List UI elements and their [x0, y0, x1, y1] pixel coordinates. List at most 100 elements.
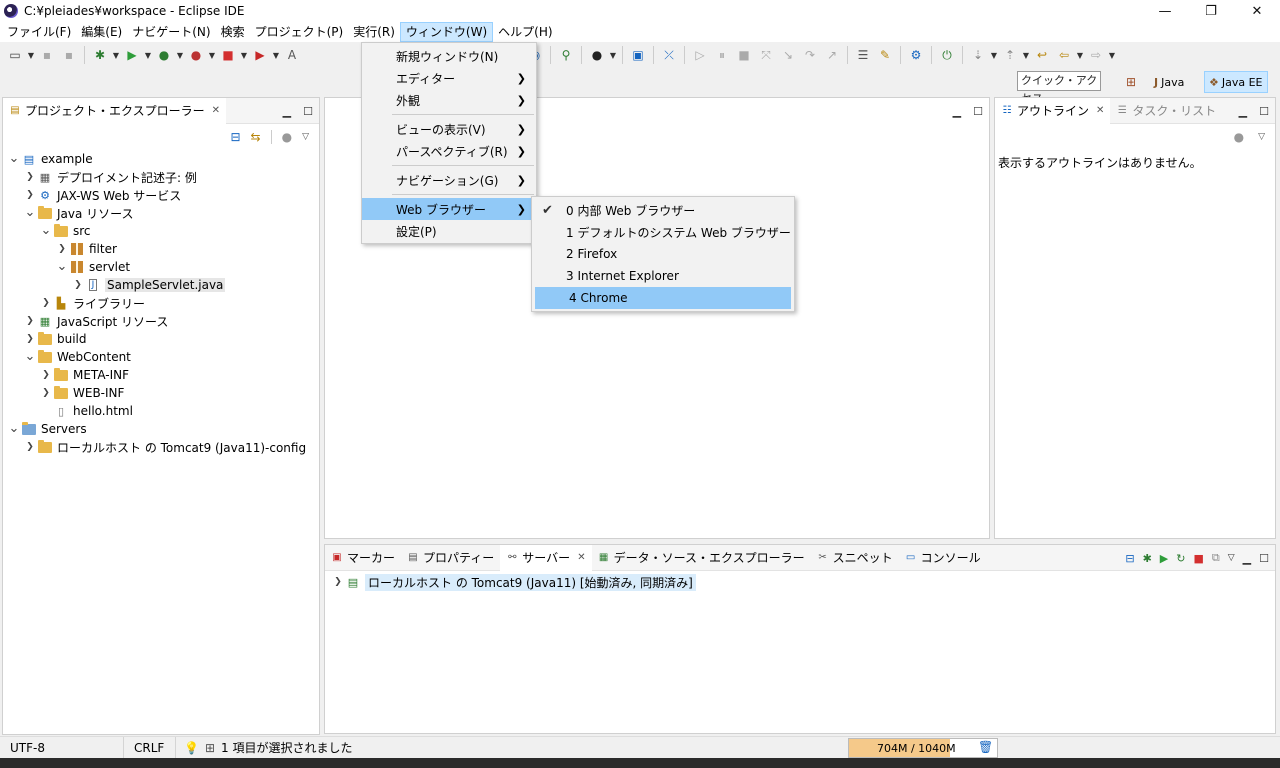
new-dropdown-icon[interactable]: ▼	[26, 51, 36, 60]
step-into-icon[interactable]: ↘	[777, 44, 799, 66]
tab-console[interactable]: ▭ コンソール	[899, 545, 987, 571]
resume-icon[interactable]: ▷	[689, 44, 711, 66]
tree-item[interactable]: ⌄ ▤ example	[7, 150, 319, 168]
editor-minimize-icon[interactable]: ▁	[953, 105, 961, 118]
open-perspective-icon[interactable]: ⊞	[1120, 71, 1142, 93]
back-icon[interactable]: ⇦	[1053, 44, 1075, 66]
stop-icon[interactable]: ■	[217, 44, 239, 66]
maximize-view-icon[interactable]: ☐	[1259, 105, 1269, 118]
editor-maximize-icon[interactable]: ☐	[973, 105, 983, 118]
menu-item-web-browser[interactable]: Web ブラウザー ❯	[362, 198, 536, 220]
tree-item[interactable]: ⌄ Java リソース	[7, 204, 319, 222]
chevron-right-icon[interactable]: ❯	[39, 298, 53, 308]
start-debug-icon[interactable]: ✱	[1143, 552, 1152, 565]
chevron-right-icon[interactable]: ❯	[71, 280, 85, 290]
next-annotation-dropdown-icon[interactable]: ▼	[989, 51, 999, 60]
menu-run[interactable]: 実行(R)	[348, 22, 400, 42]
deploy-dropdown-icon[interactable]: ▼	[271, 51, 281, 60]
tree-item[interactable]: ❯ J SampleServlet.java	[7, 276, 319, 294]
publish-icon[interactable]: ⧉	[1212, 551, 1220, 565]
chevron-right-icon[interactable]: ❯	[23, 316, 37, 326]
chevron-down-icon[interactable]: ⌄	[23, 206, 37, 219]
chevron-right-icon[interactable]: ❯	[23, 172, 37, 182]
profile-server-icon[interactable]: ↻	[1176, 552, 1185, 565]
step-over-icon[interactable]: ↷	[799, 44, 821, 66]
menu-window[interactable]: ウィンドウ(W)	[399, 22, 494, 42]
new-icon[interactable]: ▭	[4, 44, 26, 66]
run-icon[interactable]: ▶	[121, 44, 143, 66]
terminate-icon[interactable]: ■	[733, 44, 755, 66]
suspend-icon[interactable]: ⏸	[711, 44, 733, 66]
back-dropdown-icon[interactable]: ▼	[1075, 51, 1085, 60]
tab-markers[interactable]: ▣ マーカー	[325, 545, 401, 571]
submenu-item-chrome[interactable]: 4 Chrome	[535, 287, 791, 309]
last-edit-icon[interactable]: ↩	[1031, 44, 1053, 66]
menu-project[interactable]: プロジェクト(P)	[250, 22, 349, 42]
tab-data-source-explorer[interactable]: ▦ データ・ソース・エクスプローラー	[592, 545, 811, 571]
profile-icon[interactable]: ●	[586, 44, 608, 66]
coverage-icon[interactable]: ●	[153, 44, 175, 66]
link-with-editor-icon[interactable]: ⇆	[251, 130, 261, 144]
perspective-java-ee[interactable]: ❖ Java EE	[1204, 71, 1268, 93]
menu-edit[interactable]: 編集(E)	[76, 22, 127, 42]
tree-item[interactable]: ❯ ▦ JavaScript リソース	[7, 312, 319, 330]
stop-dropdown-icon[interactable]: ▼	[239, 51, 249, 60]
quick-access-input[interactable]: クイック・アクセス	[1017, 71, 1101, 105]
chevron-down-icon[interactable]: ⌄	[7, 152, 21, 165]
forward-icon[interactable]: ⇨	[1085, 44, 1107, 66]
console-icon[interactable]: ▣	[627, 44, 649, 66]
tree-item[interactable]: ❯ ローカルホスト の Tomcat9 (Java11)-config	[7, 438, 319, 456]
tree-item[interactable]: ❯ build	[7, 330, 319, 348]
search-tool-icon[interactable]: ⚲	[555, 44, 577, 66]
restore-button[interactable]: ❐	[1188, 0, 1234, 22]
menu-item-navigation[interactable]: ナビゲーション(G) ❯	[362, 169, 536, 191]
chevron-right-icon[interactable]: ❯	[23, 334, 37, 344]
external-tools-icon[interactable]: ●	[185, 44, 207, 66]
menu-item-editor[interactable]: エディター ❯	[362, 67, 536, 89]
submenu-item-internet-explorer[interactable]: 3 Internet Explorer	[532, 265, 794, 287]
menu-file[interactable]: ファイル(F)	[2, 22, 76, 42]
chevron-right-icon[interactable]: ❯	[39, 370, 53, 380]
submenu-item-system-browser[interactable]: 1 デフォルトのシステム Web ブラウザー	[532, 221, 794, 243]
settings-gear-icon[interactable]: ⚙	[905, 44, 927, 66]
power-icon[interactable]: ⏻	[936, 44, 958, 66]
external-tools-dropdown-icon[interactable]: ▼	[207, 51, 217, 60]
tree-item[interactable]: ❯ META-INF	[7, 366, 319, 384]
debug-dropdown-icon[interactable]: ▼	[111, 51, 121, 60]
tab-outline[interactable]: ☷ アウトライン ✕	[995, 97, 1111, 124]
chevron-right-icon[interactable]: ❯	[23, 190, 37, 200]
menu-item-show-view[interactable]: ビューの表示(V) ❯	[362, 118, 536, 140]
minimize-view-icon[interactable]: ▁	[1243, 552, 1251, 565]
next-annotation-icon[interactable]: ⇣	[967, 44, 989, 66]
chevron-down-icon[interactable]: ⌄	[39, 224, 53, 237]
tree-item[interactable]: ▯ hello.html	[7, 402, 319, 420]
submenu-item-internal-browser[interactable]: ✔ 0 内部 Web ブラウザー	[532, 199, 794, 221]
menu-help[interactable]: ヘルプ(H)	[493, 22, 557, 42]
save-all-icon[interactable]: ▪	[58, 44, 80, 66]
collapse-all-icon[interactable]: ⊟	[230, 130, 240, 144]
minimize-view-icon[interactable]: ▁	[283, 105, 291, 118]
chevron-right-icon[interactable]: ❯	[55, 244, 69, 254]
menu-search[interactable]: 検索	[216, 22, 250, 42]
chevron-down-icon[interactable]: ⌄	[55, 260, 69, 273]
skip-breakpoints-icon[interactable]: ⤫	[658, 44, 680, 66]
profile-dropdown-icon[interactable]: ▼	[608, 51, 618, 60]
run-dropdown-icon[interactable]: ▼	[143, 51, 153, 60]
submenu-item-firefox[interactable]: 2 Firefox	[532, 243, 794, 265]
close-icon[interactable]: ✕	[577, 552, 585, 563]
spelling-icon[interactable]: A	[281, 44, 303, 66]
outline-filter-icon[interactable]: ●	[1234, 130, 1244, 144]
tree-item[interactable]: ⌄ servlet	[7, 258, 319, 276]
previous-annotation-icon[interactable]: ⇡	[999, 44, 1021, 66]
view-menu-icon[interactable]: ▽	[1228, 553, 1235, 563]
tree-item[interactable]: ⌄ WebContent	[7, 348, 319, 366]
tree-item[interactable]: ❯ ▙ ライブラリー	[7, 294, 319, 312]
tab-properties[interactable]: ▤ プロパティー	[401, 545, 500, 571]
tree-item[interactable]: ⌄ src	[7, 222, 319, 240]
tab-servers[interactable]: ⚯ サーバー ✕	[500, 544, 592, 571]
previous-annotation-dropdown-icon[interactable]: ▼	[1021, 51, 1031, 60]
tree-item[interactable]: ❯ WEB-INF	[7, 384, 319, 402]
save-icon[interactable]: ▪	[36, 44, 58, 66]
menu-item-perspective[interactable]: パースペクティブ(R) ❯	[362, 140, 536, 162]
close-icon[interactable]: ✕	[212, 105, 220, 116]
